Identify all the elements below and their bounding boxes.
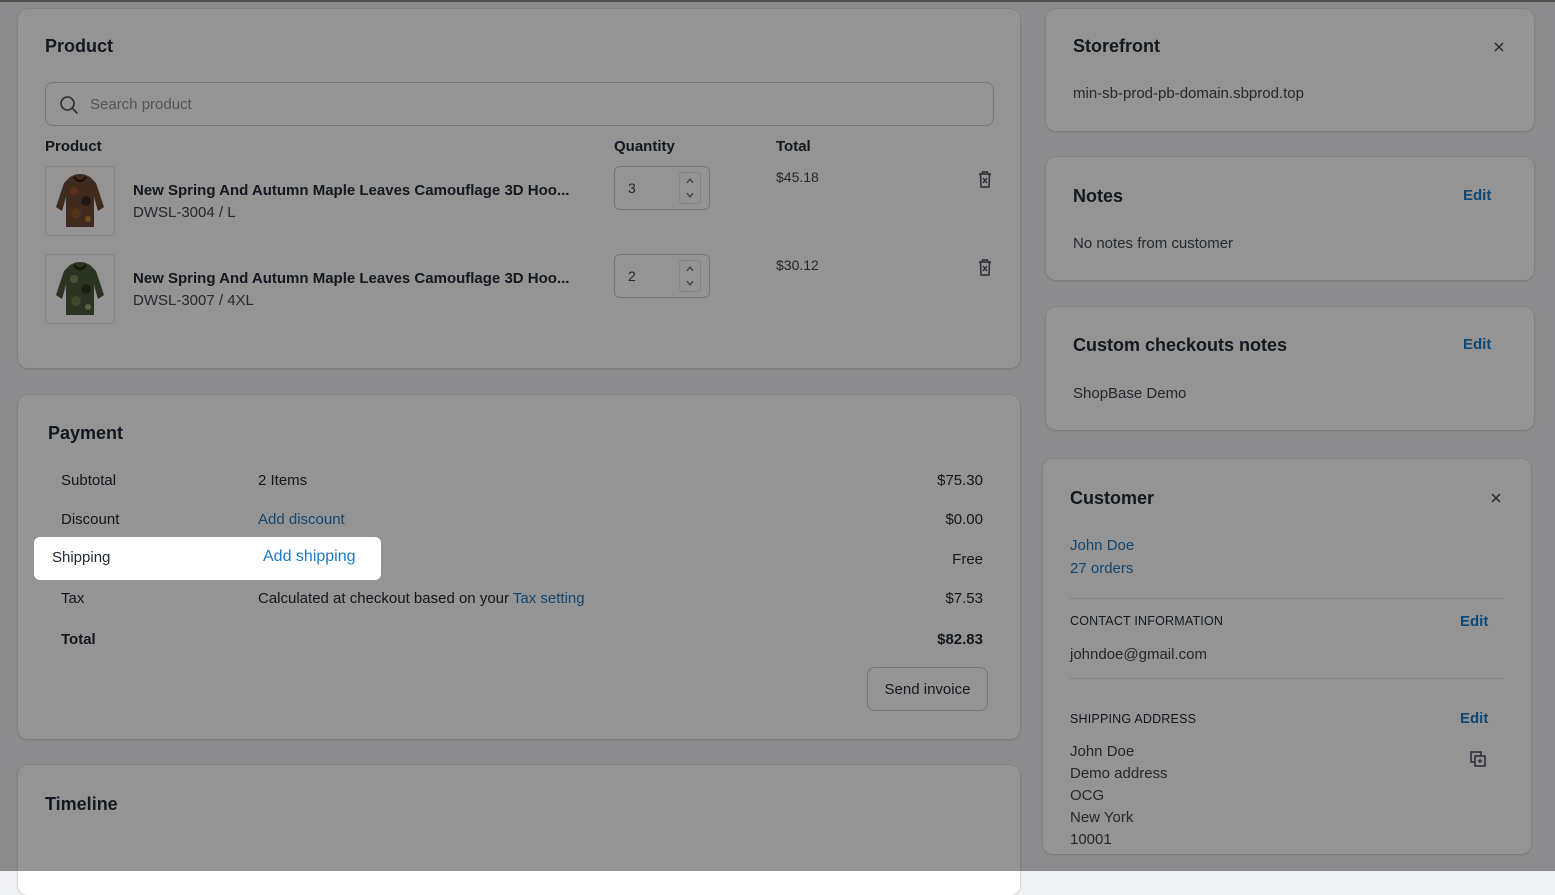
shipping-address-heading: SHIPPING ADDRESS — [1070, 712, 1197, 726]
tax-amount: $7.53 — [945, 590, 983, 607]
product-thumbnail[interactable] — [45, 254, 115, 324]
tax-setting-link[interactable]: Tax setting — [513, 590, 585, 607]
product-name[interactable]: New Spring And Autumn Maple Leaves Camou… — [133, 182, 569, 199]
tax-label: Tax — [61, 590, 85, 607]
storefront-domain: min-sb-prod-pb-domain.sbprod.top — [1073, 85, 1304, 102]
contact-edit-link[interactable]: Edit — [1460, 613, 1488, 630]
notes-card: Notes Edit No notes from customer — [1046, 157, 1534, 280]
chevron-up-icon[interactable] — [685, 176, 695, 186]
quantity-value: 3 — [628, 180, 636, 196]
notes-text: No notes from customer — [1073, 235, 1234, 252]
address-line: Demo address — [1070, 765, 1168, 782]
contact-information-heading: CONTACT INFORMATION — [1070, 614, 1224, 628]
customer-orders-link[interactable]: 27 orders — [1070, 560, 1133, 577]
subtotal-amount: $75.30 — [937, 472, 983, 489]
total-amount: $82.83 — [937, 631, 983, 648]
search-placeholder: Search product — [90, 96, 192, 113]
customer-title: Customer — [1070, 488, 1155, 508]
discount-amount: $0.00 — [945, 511, 983, 528]
subtotal-label: Subtotal — [61, 472, 117, 489]
product-name[interactable]: New Spring And Autumn Maple Leaves Camou… — [133, 270, 569, 287]
timeline-card: Timeline — [18, 765, 1020, 895]
total-label: Total — [61, 631, 96, 648]
copy-icon[interactable] — [1469, 750, 1487, 768]
line-total: $45.18 — [776, 169, 819, 185]
shipping-label: Shipping — [52, 549, 111, 566]
discount-label: Discount — [61, 511, 120, 528]
add-shipping-link[interactable]: Add shipping — [263, 548, 356, 566]
custom-notes-edit-link[interactable]: Edit — [1463, 336, 1491, 353]
add-discount-link[interactable]: Add discount — [258, 511, 345, 528]
customer-name-link[interactable]: John Doe — [1070, 537, 1134, 554]
hoodie-image-icon — [56, 262, 104, 315]
notes-edit-link[interactable]: Edit — [1463, 187, 1491, 204]
search-product-input[interactable]: Search product — [45, 82, 994, 126]
product-card: Product Search product Product Quantity … — [18, 9, 1020, 368]
delete-icon[interactable] — [976, 169, 994, 189]
tax-detail: Calculated at checkout based on your Tax… — [258, 590, 585, 607]
customer-email: johndoe@gmail.com — [1070, 646, 1207, 663]
storefront-title: Storefront — [1073, 36, 1160, 56]
column-header-product: Product — [45, 138, 102, 155]
shipping-address-edit-link[interactable]: Edit — [1460, 710, 1488, 727]
hoodie-image-icon — [56, 174, 104, 227]
chevron-down-icon[interactable] — [685, 278, 695, 288]
close-icon[interactable] — [1493, 41, 1505, 53]
tax-detail-text: Calculated at checkout based on your — [258, 590, 509, 607]
subtotal-items: 2 Items — [258, 472, 308, 489]
column-header-total: Total — [776, 138, 811, 155]
payment-card-title: Payment — [48, 423, 124, 443]
delete-icon[interactable] — [976, 257, 994, 277]
divider — [1070, 678, 1505, 679]
search-icon — [60, 96, 78, 114]
quantity-stepper[interactable]: 2 — [614, 254, 710, 298]
chevron-down-icon[interactable] — [685, 190, 695, 200]
quantity-step-buttons[interactable] — [679, 260, 701, 292]
timeline-title: Timeline — [45, 794, 118, 814]
custom-notes-text: ShopBase Demo — [1073, 385, 1187, 402]
address-line: John Doe — [1070, 743, 1135, 760]
chevron-up-icon[interactable] — [685, 264, 695, 274]
divider — [1070, 598, 1505, 599]
customer-card: Customer John Doe 27 orders CONTACT INFO… — [1043, 459, 1531, 854]
product-variant: DWSL-3007 / 4XL — [133, 292, 254, 309]
address-line: OCG — [1070, 787, 1105, 804]
storefront-card: Storefront min-sb-prod-pb-domain.sbprod.… — [1046, 9, 1534, 131]
quantity-step-buttons[interactable] — [679, 172, 701, 204]
quantity-value: 2 — [628, 268, 636, 284]
custom-notes-title: Custom checkouts notes — [1073, 335, 1288, 355]
product-card-title: Product — [45, 36, 114, 56]
notes-title: Notes — [1073, 186, 1124, 206]
send-invoice-button[interactable]: Send invoice — [867, 667, 988, 711]
address-line: New York — [1070, 809, 1134, 826]
column-header-quantity: Quantity — [614, 138, 675, 155]
quantity-stepper[interactable]: 3 — [614, 166, 710, 210]
top-border — [0, 0, 1555, 2]
shipping-row-highlight: Shipping Add shipping — [34, 537, 381, 580]
custom-checkout-notes-card: Custom checkouts notes Edit ShopBase Dem… — [1046, 307, 1534, 430]
line-total: $30.12 — [776, 257, 819, 273]
product-variant: DWSL-3004 / L — [133, 204, 236, 221]
close-icon[interactable] — [1490, 492, 1502, 504]
product-thumbnail[interactable] — [45, 166, 115, 236]
shipping-amount: Free — [952, 551, 983, 568]
address-line: 10001 — [1070, 831, 1112, 848]
